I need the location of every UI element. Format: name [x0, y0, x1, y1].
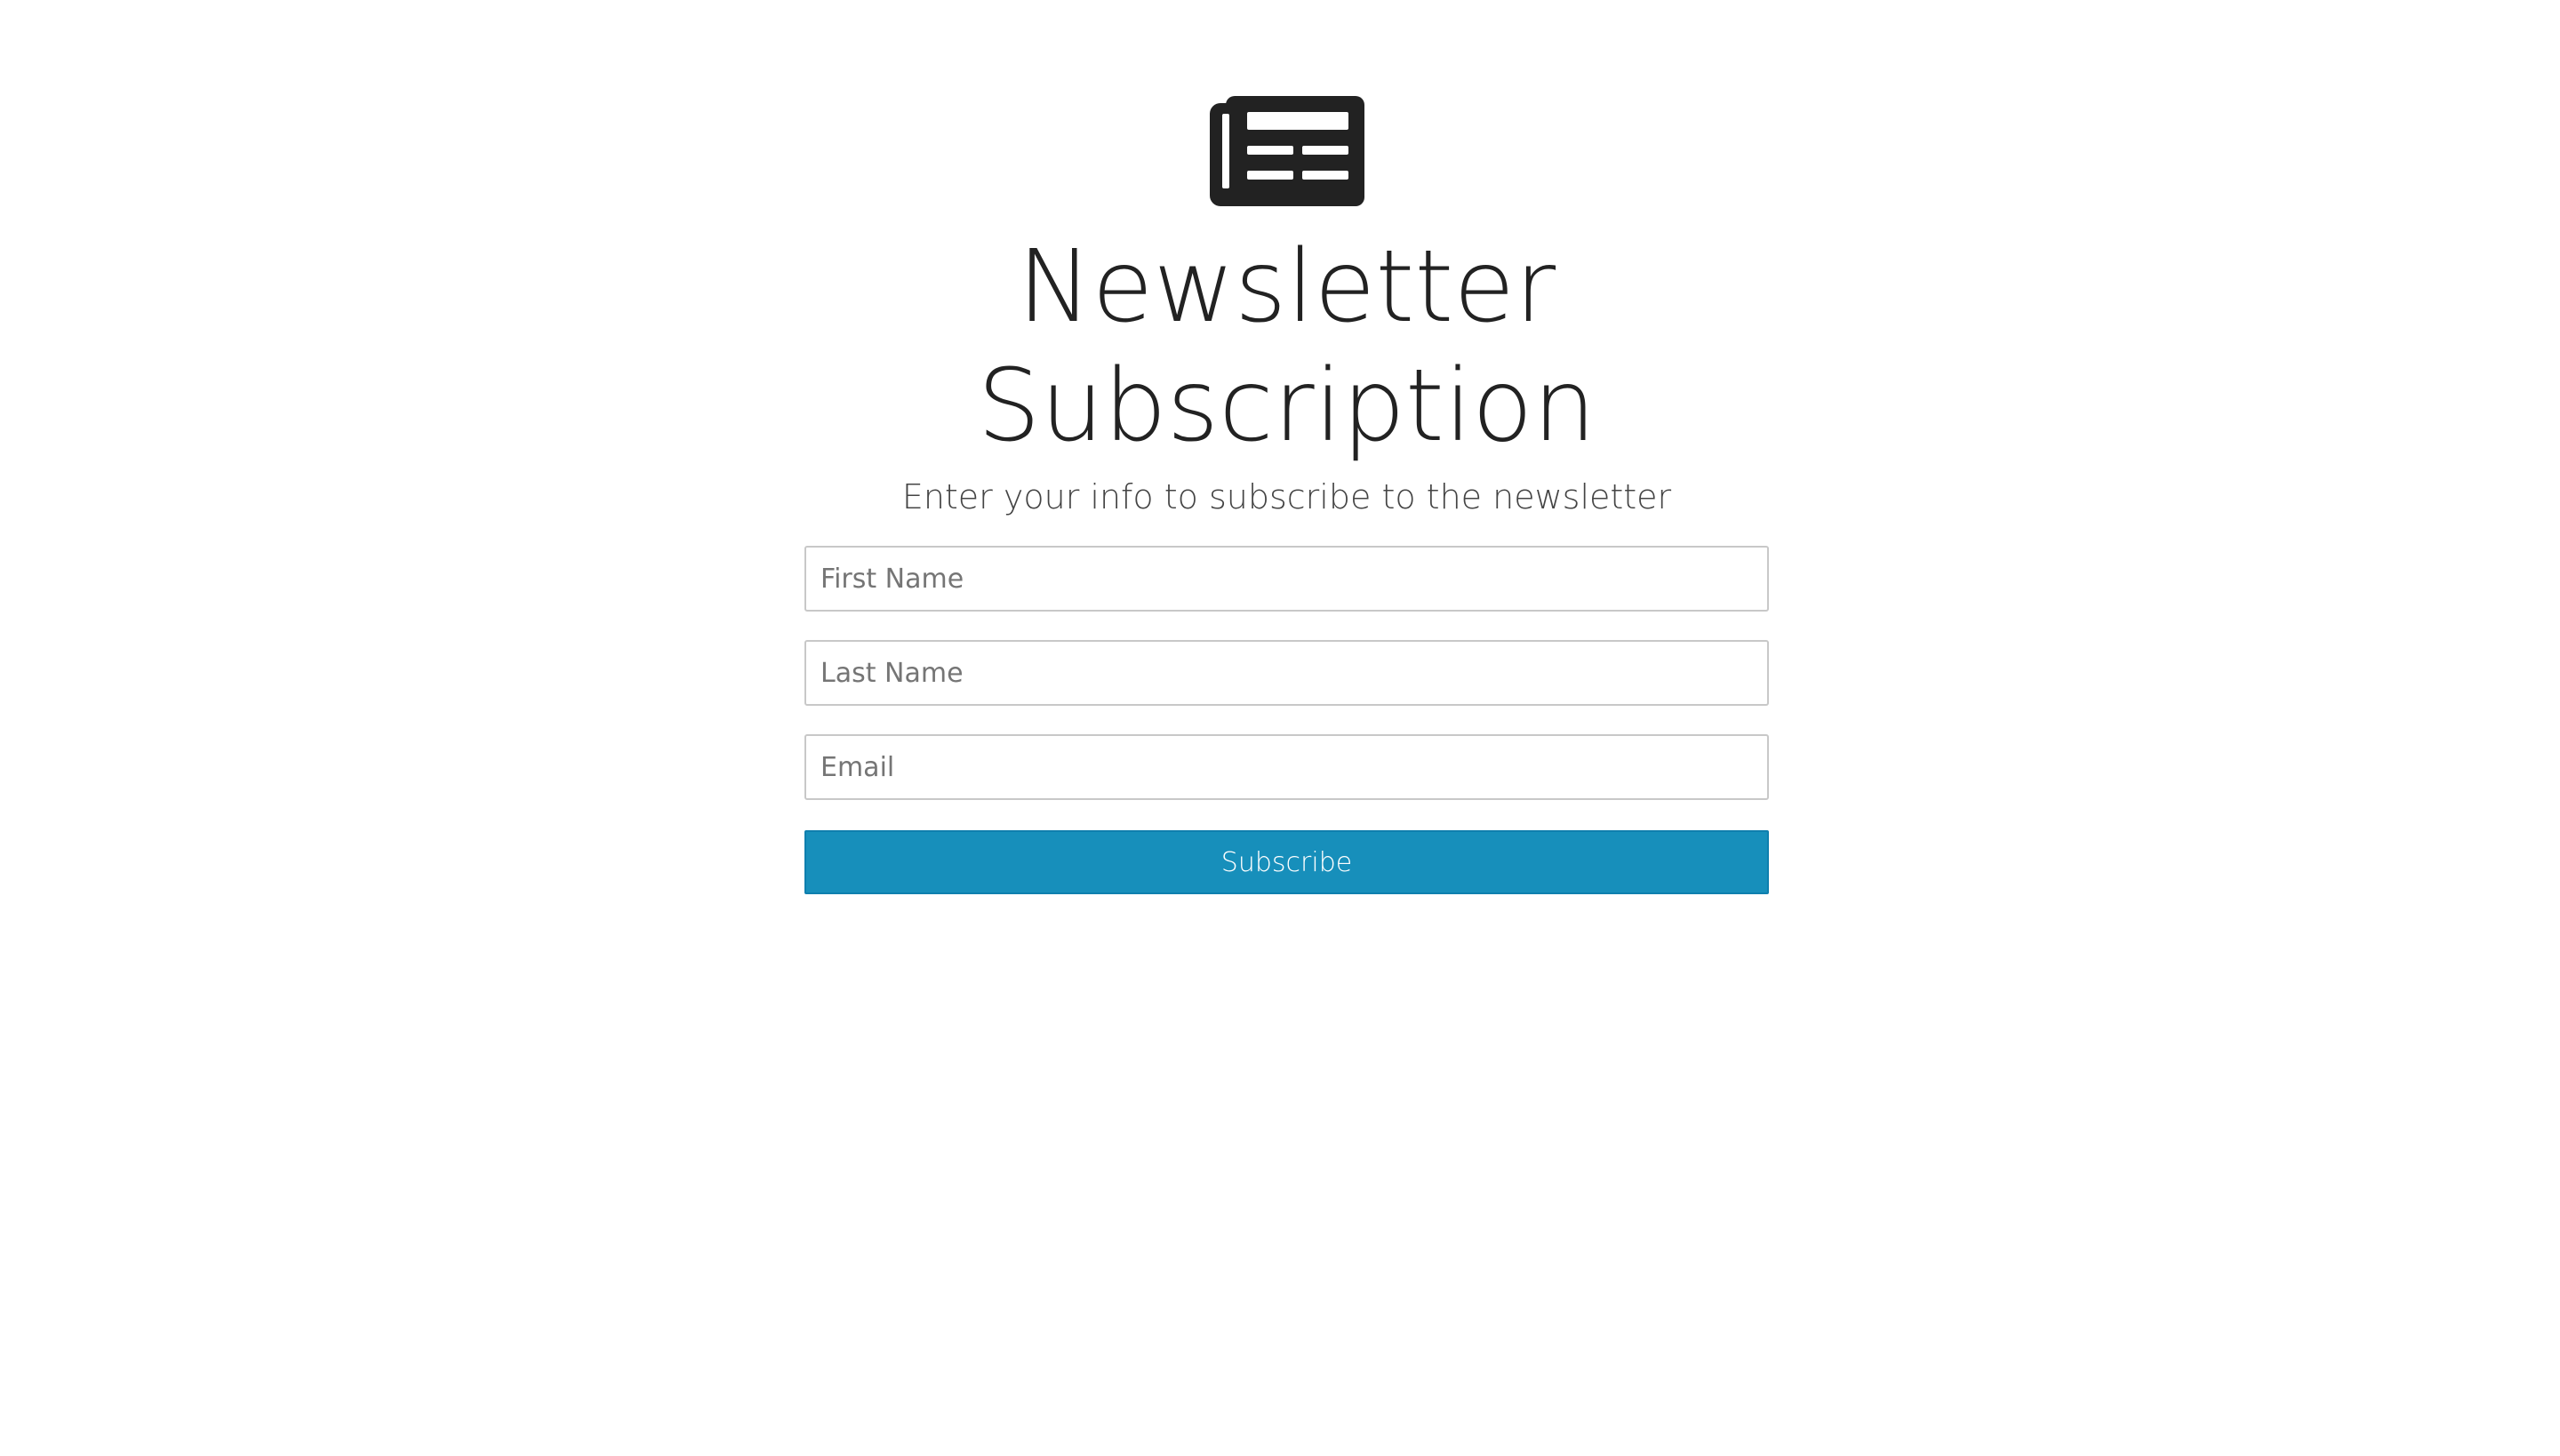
last-name-input[interactable] — [804, 640, 1769, 706]
newspaper-icon — [1209, 96, 1364, 206]
page-title: Newsletter Subscription — [977, 229, 1596, 464]
subscription-form: Subscribe — [804, 546, 1769, 894]
subscribe-button[interactable]: Subscribe — [804, 830, 1769, 894]
email-input[interactable] — [804, 734, 1769, 800]
page-subtitle: Enter your info to subscribe to the news… — [901, 477, 1672, 516]
page: Newsletter Subscription Enter your info … — [0, 0, 2560, 1456]
subscription-panel: Newsletter Subscription Enter your info … — [804, 89, 1769, 894]
first-name-input[interactable] — [804, 546, 1769, 612]
